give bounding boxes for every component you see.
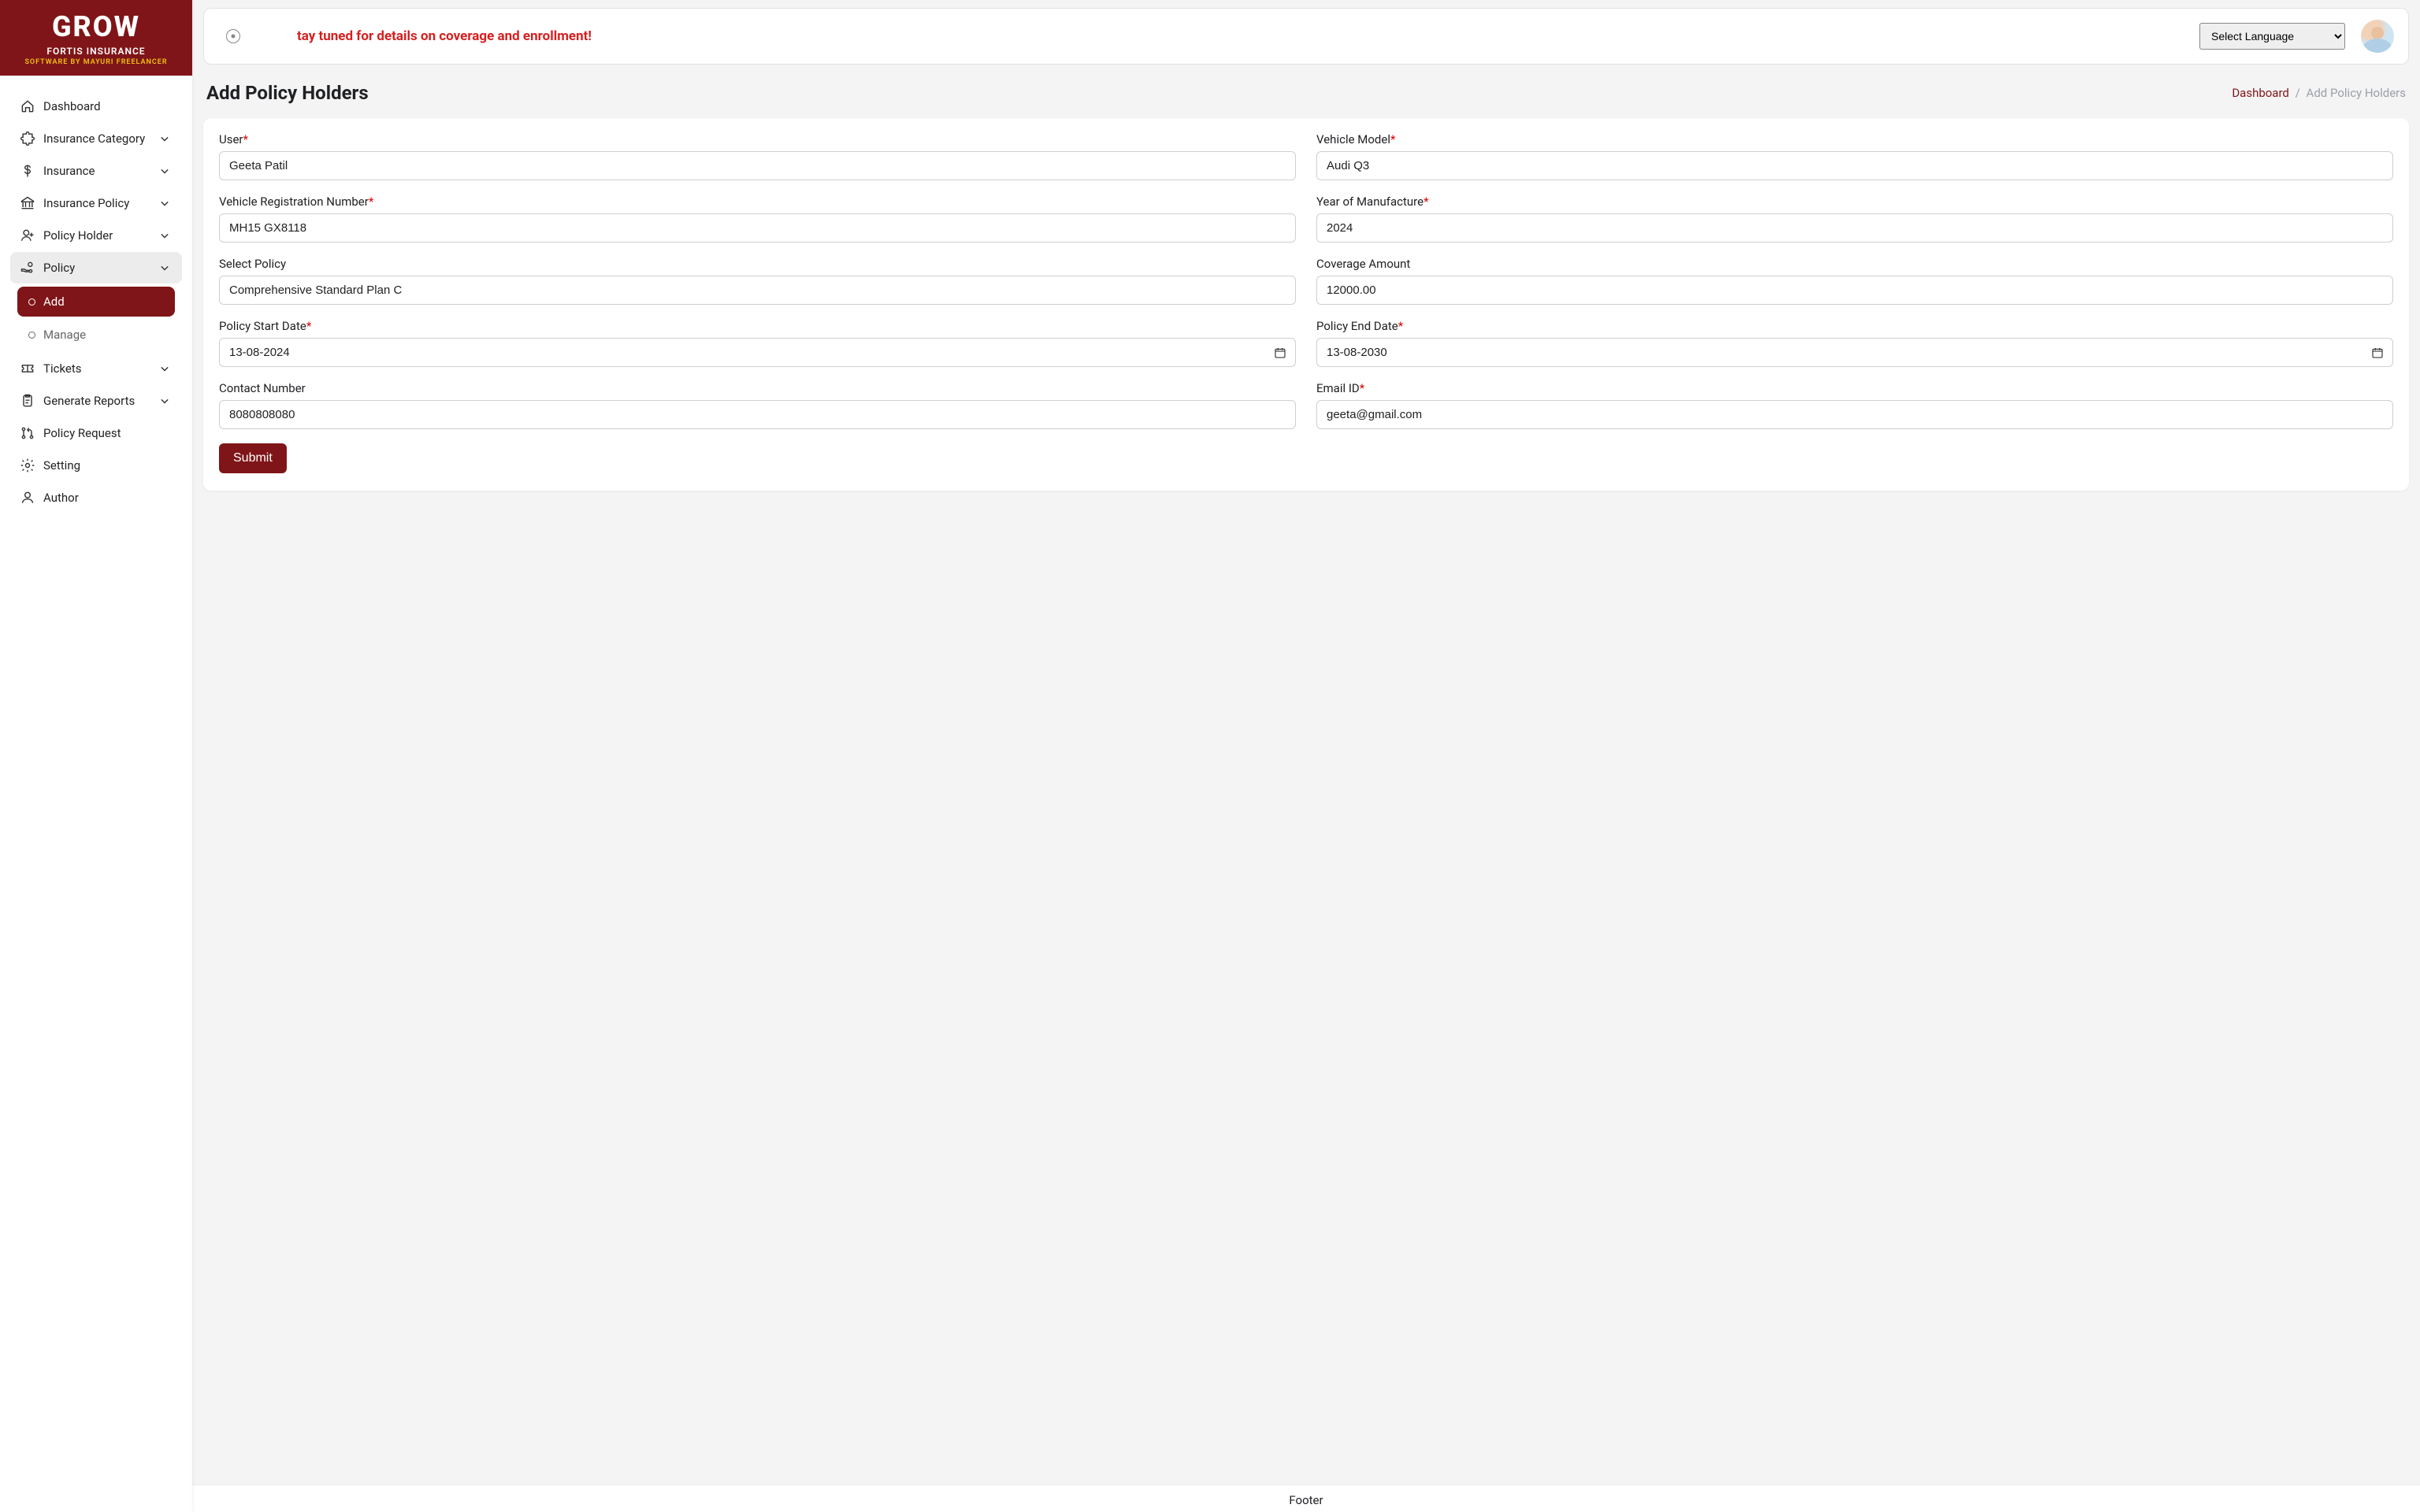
chevron-down-icon — [157, 131, 173, 146]
input-vehicle-model[interactable] — [1316, 151, 2393, 180]
sidebar-item-label: Generate Reports — [43, 394, 135, 408]
chevron-down-icon — [157, 393, 173, 409]
input-user[interactable] — [219, 151, 1296, 180]
label-start-date: Policy Start Date* — [219, 319, 1296, 333]
bank-icon — [20, 195, 35, 211]
page-header: Add Policy Holders Dashboard / Add Polic… — [192, 65, 2420, 112]
label-year: Year of Manufacture* — [1316, 195, 2393, 209]
sidebar-item-label: Insurance — [43, 164, 95, 178]
breadcrumb: Dashboard / Add Policy Holders — [2232, 86, 2406, 100]
sidebar-item-insurance-policy[interactable]: Insurance Policy — [10, 187, 182, 219]
sidebar-item-label: Policy Request — [43, 426, 121, 440]
notice-marquee: tay tuned for details on coverage and en… — [297, 28, 2184, 44]
sidebar-item-label: Policy Holder — [43, 228, 113, 243]
sidebar-item-policy-holder[interactable]: Policy Holder — [10, 220, 182, 251]
sidebar-item-label: Author — [43, 491, 79, 505]
brand-logo-text: GROW — [14, 13, 178, 41]
sidebar-item-author[interactable]: Author — [10, 482, 182, 513]
field-email: Email ID* — [1316, 381, 2393, 429]
input-email[interactable] — [1316, 400, 2393, 429]
sidebar-item-label: Setting — [43, 458, 80, 472]
sidebar-item-label: Policy — [43, 261, 75, 275]
chevron-down-icon — [157, 260, 173, 276]
sidebar-item-label: Dashboard — [43, 99, 101, 113]
footer: Footer — [192, 1484, 2420, 1512]
hand-coin-icon — [20, 260, 35, 276]
dollar-icon — [20, 163, 35, 179]
user-plus-icon — [20, 228, 35, 243]
puzzle-icon — [20, 131, 35, 146]
input-vehicle-reg[interactable] — [219, 213, 1296, 243]
user-icon — [20, 490, 35, 506]
input-start-date[interactable] — [219, 338, 1296, 367]
sidebar-item-generate-reports[interactable]: Generate Reports — [10, 385, 182, 417]
brand-subtitle-2: SOFTWARE BY MAYURI FREELANCER — [14, 58, 178, 66]
sidebar-item-label: Insurance Category — [43, 132, 145, 146]
sidebar-item-insurance[interactable]: Insurance — [10, 155, 182, 187]
sidebar-item-setting[interactable]: Setting — [10, 450, 182, 481]
chevron-down-icon — [157, 163, 173, 179]
language-select[interactable]: Select Language — [2199, 23, 2345, 50]
clipboard-icon — [20, 393, 35, 409]
bullet-icon — [28, 298, 35, 306]
brand-block: GROW FORTIS INSURANCE SOFTWARE BY MAYURI… — [0, 0, 192, 76]
field-vehicle-model: Vehicle Model* — [1316, 132, 2393, 180]
sidebar: GROW FORTIS INSURANCE SOFTWARE BY MAYURI… — [0, 0, 192, 1512]
sidebar-subitem-manage[interactable]: Manage — [17, 320, 175, 350]
label-coverage: Coverage Amount — [1316, 257, 2393, 271]
sidebar-subitem-label: Manage — [43, 328, 86, 342]
field-user: User* — [219, 132, 1296, 180]
input-end-date[interactable] — [1316, 338, 2393, 367]
target-icon — [226, 29, 240, 43]
form-card: User* Vehicle Model* Vehicle Registratio… — [203, 118, 2409, 491]
label-vehicle-reg: Vehicle Registration Number* — [219, 195, 1296, 209]
sidebar-item-label: Insurance Policy — [43, 196, 129, 210]
sidebar-item-tickets[interactable]: Tickets — [10, 353, 182, 384]
sidebar-item-insurance-category[interactable]: Insurance Category — [10, 123, 182, 154]
bullet-icon — [28, 332, 35, 339]
chevron-down-icon — [157, 361, 173, 376]
sidebar-item-dashboard[interactable]: Dashboard — [10, 91, 182, 122]
sidebar-item-label: Tickets — [43, 361, 82, 376]
sidebar-nav: Dashboard Insurance Category Insurance I… — [0, 76, 192, 528]
breadcrumb-sep: / — [2292, 86, 2303, 100]
label-select-policy: Select Policy — [219, 257, 1296, 271]
pull-request-icon — [20, 425, 35, 441]
field-coverage: Coverage Amount — [1316, 257, 2393, 305]
page-title: Add Policy Holders — [206, 82, 369, 104]
sidebar-item-policy[interactable]: Policy — [10, 252, 182, 284]
topbar: tay tuned for details on coverage and en… — [203, 8, 2409, 65]
label-user: User* — [219, 132, 1296, 146]
submit-button[interactable]: Submit — [219, 443, 287, 473]
ticket-icon — [20, 361, 35, 376]
notice-text: tay tuned for details on coverage and en… — [297, 28, 592, 44]
field-select-policy: Select Policy — [219, 257, 1296, 305]
input-select-policy[interactable] — [219, 276, 1296, 305]
field-start-date: Policy Start Date* — [219, 319, 1296, 367]
sidebar-subitem-add[interactable]: Add — [17, 287, 175, 317]
input-year[interactable] — [1316, 213, 2393, 243]
chevron-down-icon — [157, 228, 173, 243]
label-end-date: Policy End Date* — [1316, 319, 2393, 333]
sidebar-item-policy-request[interactable]: Policy Request — [10, 417, 182, 449]
input-coverage[interactable] — [1316, 276, 2393, 305]
avatar[interactable] — [2361, 20, 2394, 53]
breadcrumb-root-link[interactable]: Dashboard — [2232, 86, 2289, 100]
footer-text: Footer — [1289, 1493, 1323, 1507]
field-vehicle-reg: Vehicle Registration Number* — [219, 195, 1296, 243]
field-contact: Contact Number — [219, 381, 1296, 429]
brand-subtitle-1: FORTIS INSURANCE — [14, 46, 178, 57]
home-icon — [20, 98, 35, 114]
label-vehicle-model: Vehicle Model* — [1316, 132, 2393, 146]
input-contact[interactable] — [219, 400, 1296, 429]
chevron-down-icon — [157, 195, 173, 211]
main-area: tay tuned for details on coverage and en… — [192, 0, 2420, 1512]
gear-icon — [20, 458, 35, 473]
label-contact: Contact Number — [219, 381, 1296, 395]
breadcrumb-current: Add Policy Holders — [2307, 86, 2406, 100]
label-email: Email ID* — [1316, 381, 2393, 395]
field-year: Year of Manufacture* — [1316, 195, 2393, 243]
field-end-date: Policy End Date* — [1316, 319, 2393, 367]
sidebar-subitem-label: Add — [43, 295, 65, 309]
